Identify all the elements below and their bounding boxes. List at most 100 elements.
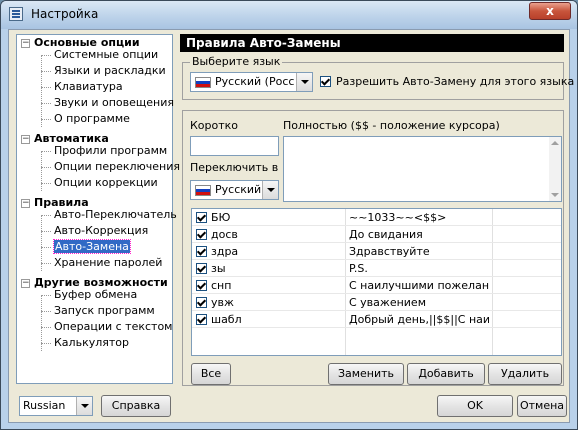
rule-full: До свидания (349, 228, 423, 241)
tree-item-auto-replace[interactable]: Авто-Замена (53, 239, 131, 255)
tree-item-sounds[interactable]: Звуки и оповещения (54, 95, 174, 111)
select-all-button[interactable]: Все (191, 363, 231, 385)
table-row[interactable]: увж С уважением (192, 294, 561, 311)
full-textarea-scrollbar[interactable] (549, 137, 561, 201)
tree-branch-line (41, 55, 42, 127)
table-row[interactable]: снп С наилучшими пожелани... (192, 277, 561, 294)
russian-flag-icon (195, 185, 211, 196)
replace-button[interactable]: Заменить (328, 363, 404, 385)
tree-branch-line (41, 87, 51, 88)
tree-branch-line (41, 151, 42, 191)
allow-auto-replace-checkbox[interactable] (320, 76, 331, 87)
section-header: Правила Авто-Замены (180, 34, 564, 52)
rule-checkbox[interactable] (196, 263, 207, 274)
tree-branch-line (41, 151, 51, 152)
delete-button[interactable]: Удалить (488, 363, 562, 385)
tree-branch-line (41, 55, 51, 56)
tree-item-password-storage[interactable]: Хранение паролей (54, 255, 162, 271)
rule-checkbox[interactable] (196, 229, 207, 240)
title-bar[interactable]: Настройка x (1, 1, 577, 29)
short-label: Коротко (190, 119, 239, 132)
add-button[interactable]: Добавить (407, 363, 485, 385)
tree-item-languages[interactable]: Языки и раскладки (54, 63, 166, 79)
tree-item-correction-options[interactable]: Опции коррекции (54, 175, 158, 191)
collapse-icon[interactable]: − (21, 199, 30, 208)
settings-tree[interactable]: − Основные опции Системные опции Языки и… (16, 34, 180, 384)
table-row[interactable]: зы P.S. (192, 260, 561, 277)
rule-short: здра (211, 245, 239, 258)
choose-language-label: Выберите язык (190, 55, 283, 68)
chevron-down-icon[interactable] (262, 181, 278, 199)
rule-full: С наилучшими пожелани... (349, 279, 489, 292)
tree-item-auto-correction[interactable]: Авто-Коррекция (54, 223, 148, 239)
short-input[interactable] (190, 136, 279, 156)
collapse-icon[interactable]: − (21, 135, 30, 144)
tree-branch-line (41, 247, 51, 248)
rule-short: увж (211, 296, 234, 309)
scroll-up-icon[interactable] (551, 141, 559, 145)
tree-item-text-operations[interactable]: Операции с текстом (54, 319, 172, 335)
tree-branch-line (41, 71, 51, 72)
tree-branch-line (41, 311, 51, 312)
full-textarea[interactable] (283, 136, 562, 202)
rule-full: P.S. (349, 262, 368, 275)
tree-branch-line (41, 215, 51, 216)
rule-checkbox[interactable] (196, 212, 207, 223)
allow-auto-replace-label: Разрешить Авто-Замену для этого языка (336, 75, 575, 88)
collapse-icon[interactable]: − (21, 279, 30, 288)
chevron-down-icon[interactable] (296, 73, 312, 91)
rules-table[interactable]: БЮ ~~1033~~<$$> досв До свидания здра Зд… (191, 208, 562, 356)
switch-label: Переключить в (190, 161, 279, 174)
rule-short: шабл (211, 313, 242, 326)
rule-checkbox[interactable] (196, 314, 207, 325)
tree-item-auto-switcher[interactable]: Авто-Переключатель (54, 207, 177, 223)
tree-item-profiles[interactable]: Профили программ (54, 143, 167, 159)
window-title: Настройка (31, 7, 99, 21)
tree-branch-line (41, 103, 51, 104)
settings-window: Настройка x − Основные опции Системные о… (0, 0, 578, 430)
rule-full: С уважением (349, 296, 426, 309)
full-label: Полностью ($$ - положение курсора) (283, 119, 500, 132)
cancel-button[interactable]: Отмена (517, 395, 567, 417)
rule-short: БЮ (211, 211, 231, 224)
tree-branch-line (41, 167, 51, 168)
rule-full: Здравствуйте (349, 245, 430, 258)
scroll-down-icon[interactable] (551, 193, 559, 197)
app-icon (9, 7, 23, 21)
ok-button[interactable]: OK (437, 395, 513, 417)
rule-checkbox[interactable] (196, 297, 207, 308)
tree-item-clipboard[interactable]: Буфер обмена (54, 287, 137, 303)
russian-flag-icon (195, 77, 211, 88)
rule-short: снп (211, 279, 232, 292)
rule-checkbox[interactable] (196, 280, 207, 291)
table-row[interactable]: шабл Добрый день,||$$||С наил... (192, 311, 561, 328)
tree-branch-line (41, 119, 51, 120)
tree-item-launch-programs[interactable]: Запуск программ (54, 303, 155, 319)
language-select[interactable]: Русский (Россия) (190, 72, 313, 92)
tree-branch-line (41, 343, 51, 344)
tree-branch-line (41, 327, 51, 328)
tree-branch-line (41, 183, 51, 184)
help-button[interactable]: Справка (101, 395, 171, 417)
rule-short: досв (211, 228, 238, 241)
dialog-body: − Основные опции Системные опции Языки и… (8, 29, 574, 423)
switch-language-select[interactable]: Русский (190, 180, 279, 200)
collapse-icon[interactable]: − (21, 39, 30, 48)
rule-full: ~~1033~~<$$> (349, 211, 447, 224)
tree-item-calculator[interactable]: Калькулятор (54, 335, 129, 351)
rule-checkbox[interactable] (196, 246, 207, 257)
tree-branch-line (41, 231, 51, 232)
table-row[interactable]: БЮ ~~1033~~<$$> (192, 209, 561, 226)
chevron-down-icon[interactable] (76, 397, 92, 415)
table-row[interactable]: досв До свидания (192, 226, 561, 243)
table-row[interactable]: здра Здравствуйте (192, 243, 561, 260)
tree-branch-line (41, 263, 51, 264)
tree-item-system-options[interactable]: Системные опции (54, 47, 158, 63)
tree-item-keyboard[interactable]: Клавиатура (54, 79, 123, 95)
tree-item-switch-options[interactable]: Опции переключения (54, 159, 180, 175)
rule-full: Добрый день,||$$||С наил... (349, 313, 489, 326)
close-button[interactable]: x (529, 2, 571, 20)
ui-language-select[interactable]: Russian (19, 396, 93, 416)
rule-short: зы (211, 262, 226, 275)
tree-item-about[interactable]: О программе (54, 111, 130, 127)
